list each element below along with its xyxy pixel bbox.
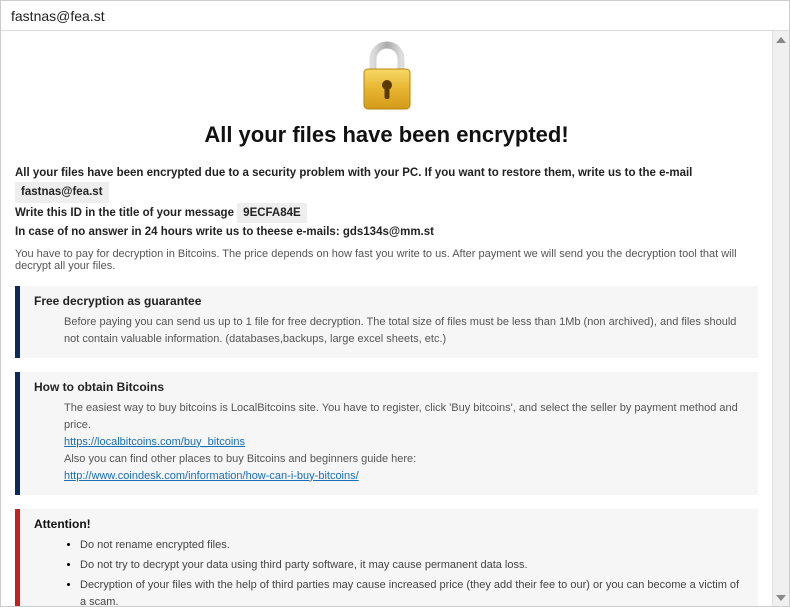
section-obtain-bitcoins: How to obtain Bitcoins The easiest way t…	[15, 372, 758, 495]
lock-icon	[15, 41, 758, 114]
scrollbar[interactable]	[772, 31, 789, 606]
section-body: The easiest way to buy bitcoins is Local…	[34, 400, 748, 485]
scroll-down-icon[interactable]	[775, 591, 788, 604]
intro-block: All your files have been encrypted due t…	[15, 164, 758, 242]
section-body: Do not rename encrypted files. Do not tr…	[34, 537, 748, 606]
id-badge: 9ECFA84E	[237, 203, 307, 223]
list-item: Do not try to decrypt your data using th…	[80, 557, 748, 574]
section-free-decryption: Free decryption as guarantee Before payi…	[15, 286, 758, 358]
obtain-link2[interactable]: http://www.coindesk.com/information/how-…	[64, 470, 359, 482]
intro-line2: Write this ID in the title of your messa…	[15, 203, 758, 223]
intro-line1: All your files have been encrypted due t…	[15, 164, 758, 203]
section-attention: Attention! Do not rename encrypted files…	[15, 509, 758, 606]
section-title: How to obtain Bitcoins	[34, 380, 748, 394]
obtain-line2: Also you can find other places to buy Bi…	[64, 451, 748, 468]
list-item: Decryption of your files with the help o…	[80, 577, 748, 606]
page-title: All your files have been encrypted!	[15, 122, 758, 148]
intro-line3: In case of no answer in 24 hours write u…	[15, 223, 758, 241]
list-item: Do not rename encrypted files.	[80, 537, 748, 554]
window-title: fastnas@fea.st	[11, 8, 105, 24]
intro-line1-text: All your files have been encrypted due t…	[15, 167, 692, 179]
pay-line: You have to pay for decryption in Bitcoi…	[15, 248, 758, 272]
main-content: All your files have been encrypted! All …	[1, 31, 772, 606]
obtain-link1[interactable]: https://localbitcoins.com/buy_bitcoins	[64, 436, 245, 448]
email-badge: fastnas@fea.st	[15, 182, 109, 202]
window: fastnas@fea.st	[0, 0, 790, 607]
scroll-up-icon[interactable]	[775, 33, 788, 46]
content-area: All your files have been encrypted! All …	[1, 31, 789, 606]
intro-line2-text: Write this ID in the title of your messa…	[15, 207, 237, 219]
section-title: Free decryption as guarantee	[34, 294, 748, 308]
attention-list: Do not rename encrypted files. Do not tr…	[64, 537, 748, 606]
obtain-line1: The easiest way to buy bitcoins is Local…	[64, 400, 748, 434]
titlebar: fastnas@fea.st	[1, 1, 789, 31]
section-title: Attention!	[34, 517, 748, 531]
section-body: Before paying you can send us up to 1 fi…	[34, 314, 748, 348]
